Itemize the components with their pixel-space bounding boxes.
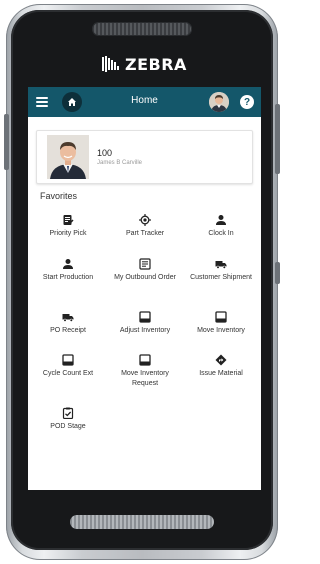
user-avatar-button[interactable] (209, 92, 229, 112)
favorites-heading: Favorites (40, 191, 78, 201)
clipboard-check-icon (62, 407, 74, 419)
app-screen: Home ? 100 James B Carville Favorites Pr… (28, 87, 261, 490)
diamond-direction-icon (215, 354, 227, 366)
favorite-start-production[interactable]: Start Production (33, 258, 103, 283)
favorite-priority-pick[interactable]: Priority Pick (33, 214, 103, 239)
help-button[interactable]: ? (240, 95, 254, 109)
side-button-right (275, 104, 280, 174)
favorite-label: Move Inventory Request (121, 370, 169, 387)
favorite-move-inventory-request[interactable]: Move Inventory Request (110, 354, 180, 389)
favorite-clock-in[interactable]: Clock In (186, 214, 256, 239)
favorite-my-outbound-order[interactable]: My Outbound Order (110, 258, 180, 283)
truck-icon (215, 261, 227, 269)
brand-logo: ZEBRA (100, 52, 187, 76)
inbox-tray-icon (139, 311, 151, 323)
profile-id: 100 (97, 148, 113, 158)
speaker-grille (92, 22, 192, 36)
favorite-label: My Outbound Order (114, 274, 176, 281)
favorite-label: Customer Shipment (190, 274, 252, 281)
favorite-label: PO Receipt (50, 327, 86, 334)
favorite-adjust-inventory[interactable]: Adjust Inventory (110, 311, 180, 336)
truck-icon (62, 314, 74, 322)
favorite-issue-material[interactable]: Issue Material (186, 354, 256, 379)
favorite-cycle-count-ext[interactable]: Cycle Count Ext (33, 354, 103, 379)
clipboard-list-icon (63, 215, 74, 225)
favorite-customer-shipment[interactable]: Customer Shipment (186, 258, 256, 283)
favorite-label: Move Inventory (197, 327, 245, 334)
favorite-pod-stage[interactable]: POD Stage (33, 407, 103, 432)
bottom-grille (70, 515, 214, 529)
profile-card[interactable]: 100 James B Carville (36, 130, 253, 184)
inbox-tray-icon (139, 354, 151, 366)
favorite-label: Part Tracker (125, 230, 165, 237)
side-button-left (4, 114, 9, 170)
favorite-label: Cycle Count Ext (42, 370, 94, 377)
profile-photo (47, 135, 89, 179)
favorite-part-tracker[interactable]: Part Tracker (110, 214, 180, 239)
avatar-photo (209, 92, 229, 112)
profile-photo-image (47, 135, 89, 179)
inbox-tray-icon (62, 354, 74, 366)
profile-name: James B Carville (97, 160, 143, 166)
zebra-logo-icon (102, 56, 119, 72)
favorite-label: Issue Material (199, 370, 243, 377)
favorite-move-inventory[interactable]: Move Inventory (186, 311, 256, 336)
favorite-label: Start Production (42, 274, 94, 281)
side-button-right-lower (275, 262, 280, 284)
inbox-tray-icon (215, 311, 227, 323)
crosshair-target-icon (139, 214, 151, 226)
list-document-icon (139, 258, 151, 270)
person-icon (63, 259, 73, 269)
favorite-po-receipt[interactable]: PO Receipt (33, 311, 103, 336)
favorite-label: Adjust Inventory (119, 327, 171, 334)
person-icon (216, 215, 226, 225)
favorite-label: POD Stage (50, 423, 86, 430)
brand-logo-text: ZEBRA (125, 54, 187, 74)
app-header: Home ? (28, 87, 261, 117)
favorite-label: Priority Pick (49, 230, 87, 237)
favorite-label: Clock In (208, 230, 234, 237)
